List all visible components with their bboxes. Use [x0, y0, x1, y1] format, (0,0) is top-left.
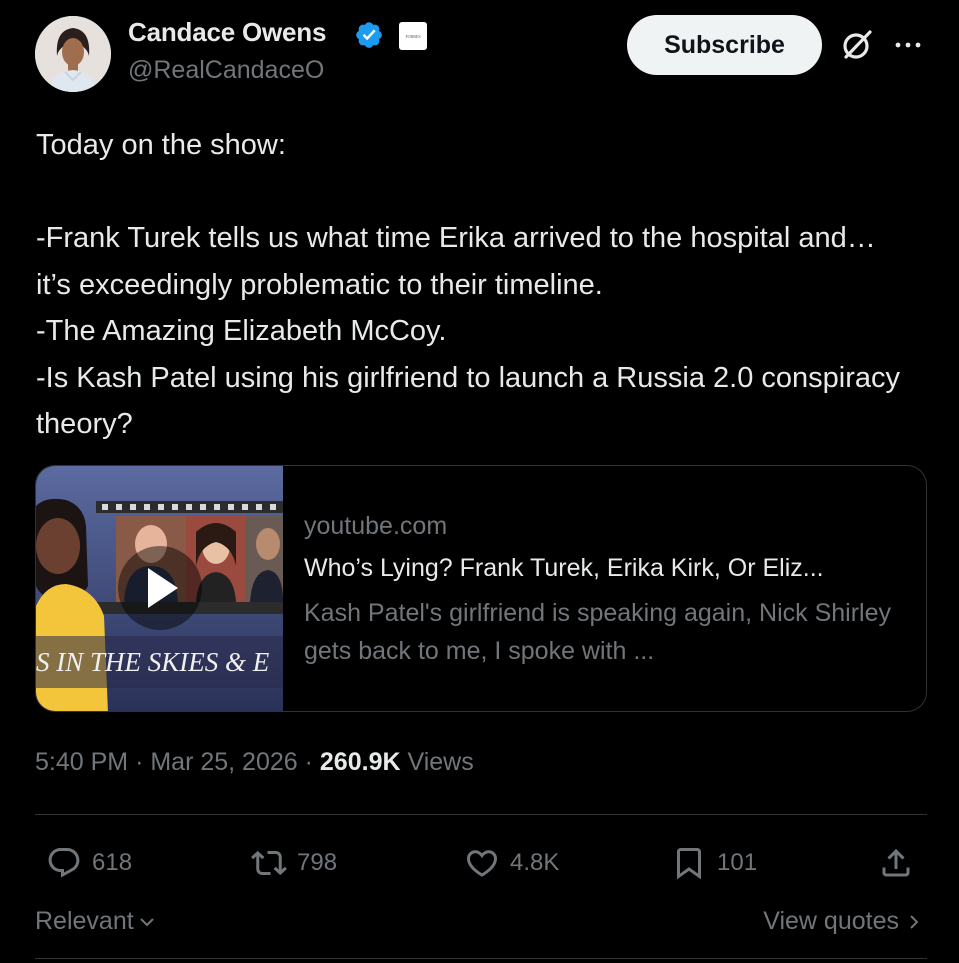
like-button[interactable]: 4.8K	[464, 843, 559, 883]
thumbnail-caption: S IN THE SKIES & E	[36, 647, 270, 677]
video-thumbnail-image: S IN THE SKIES & E	[36, 466, 283, 711]
affiliate-badge-icon[interactable]: FORBES	[399, 22, 427, 50]
heart-icon	[466, 850, 498, 877]
bookmark-button[interactable]: 101	[671, 843, 757, 883]
meta-separator: ·	[304, 748, 320, 776]
avatar-image	[35, 16, 111, 92]
reply-icon	[48, 848, 80, 878]
tweet-date[interactable]: Mar 25, 2026	[150, 748, 297, 776]
tweet-meta: 5:40 PM · Mar 25, 2026 · 260.9K Views	[35, 748, 474, 777]
more-icon[interactable]	[893, 30, 923, 60]
verified-badge-icon[interactable]	[354, 20, 384, 50]
card-title: Who’s Lying? Frank Turek, Erika Kirk, Or…	[304, 554, 824, 582]
repost-count: 798	[297, 849, 338, 876]
tweet-time[interactable]: 5:40 PM	[35, 748, 128, 776]
avatar[interactable]	[35, 16, 111, 92]
reply-count: 618	[92, 849, 133, 876]
card-thumbnail[interactable]: S IN THE SKIES & E	[36, 466, 283, 711]
view-quotes-label: View quotes	[763, 907, 899, 935]
author-handle[interactable]: @RealCandaceO	[128, 56, 324, 85]
sort-dropdown[interactable]: Relevant	[35, 907, 157, 936]
sort-label: Relevant	[35, 907, 134, 935]
repost-button[interactable]: 798	[251, 843, 337, 883]
affiliate-badge-text: FORBES	[405, 33, 421, 39]
card-description: Kash Patel's girlfriend is speaking agai…	[304, 599, 891, 665]
author-name[interactable]: Candace Owens	[128, 17, 326, 48]
tweet-text: Today on the show: -Frank Turek tells us…	[36, 129, 900, 440]
card-domain: youtube.com	[304, 512, 448, 540]
divider	[35, 958, 927, 959]
views-label: Views	[407, 748, 474, 776]
meta-separator: ·	[135, 748, 151, 776]
bookmark-count: 101	[717, 849, 758, 876]
grok-icon[interactable]	[838, 26, 876, 64]
subscribe-button[interactable]: Subscribe	[627, 15, 822, 75]
like-count: 4.8K	[510, 849, 560, 876]
share-icon	[882, 848, 910, 877]
divider	[35, 814, 927, 815]
bookmark-icon	[677, 848, 701, 880]
chevron-down-icon	[139, 917, 154, 926]
tweet-page: Candace Owens FORBES @RealCandaceO Subsc…	[0, 0, 959, 963]
reply-button[interactable]: 618	[46, 843, 132, 883]
share-button[interactable]	[878, 843, 914, 883]
chevron-right-icon	[910, 914, 919, 929]
repost-icon	[251, 850, 287, 876]
view-quotes-link[interactable]: View quotes	[763, 907, 921, 936]
views-count: 260.9K	[319, 748, 401, 776]
link-card[interactable]: S IN THE SKIES & E youtube.com Who’s Lyi…	[35, 465, 927, 712]
